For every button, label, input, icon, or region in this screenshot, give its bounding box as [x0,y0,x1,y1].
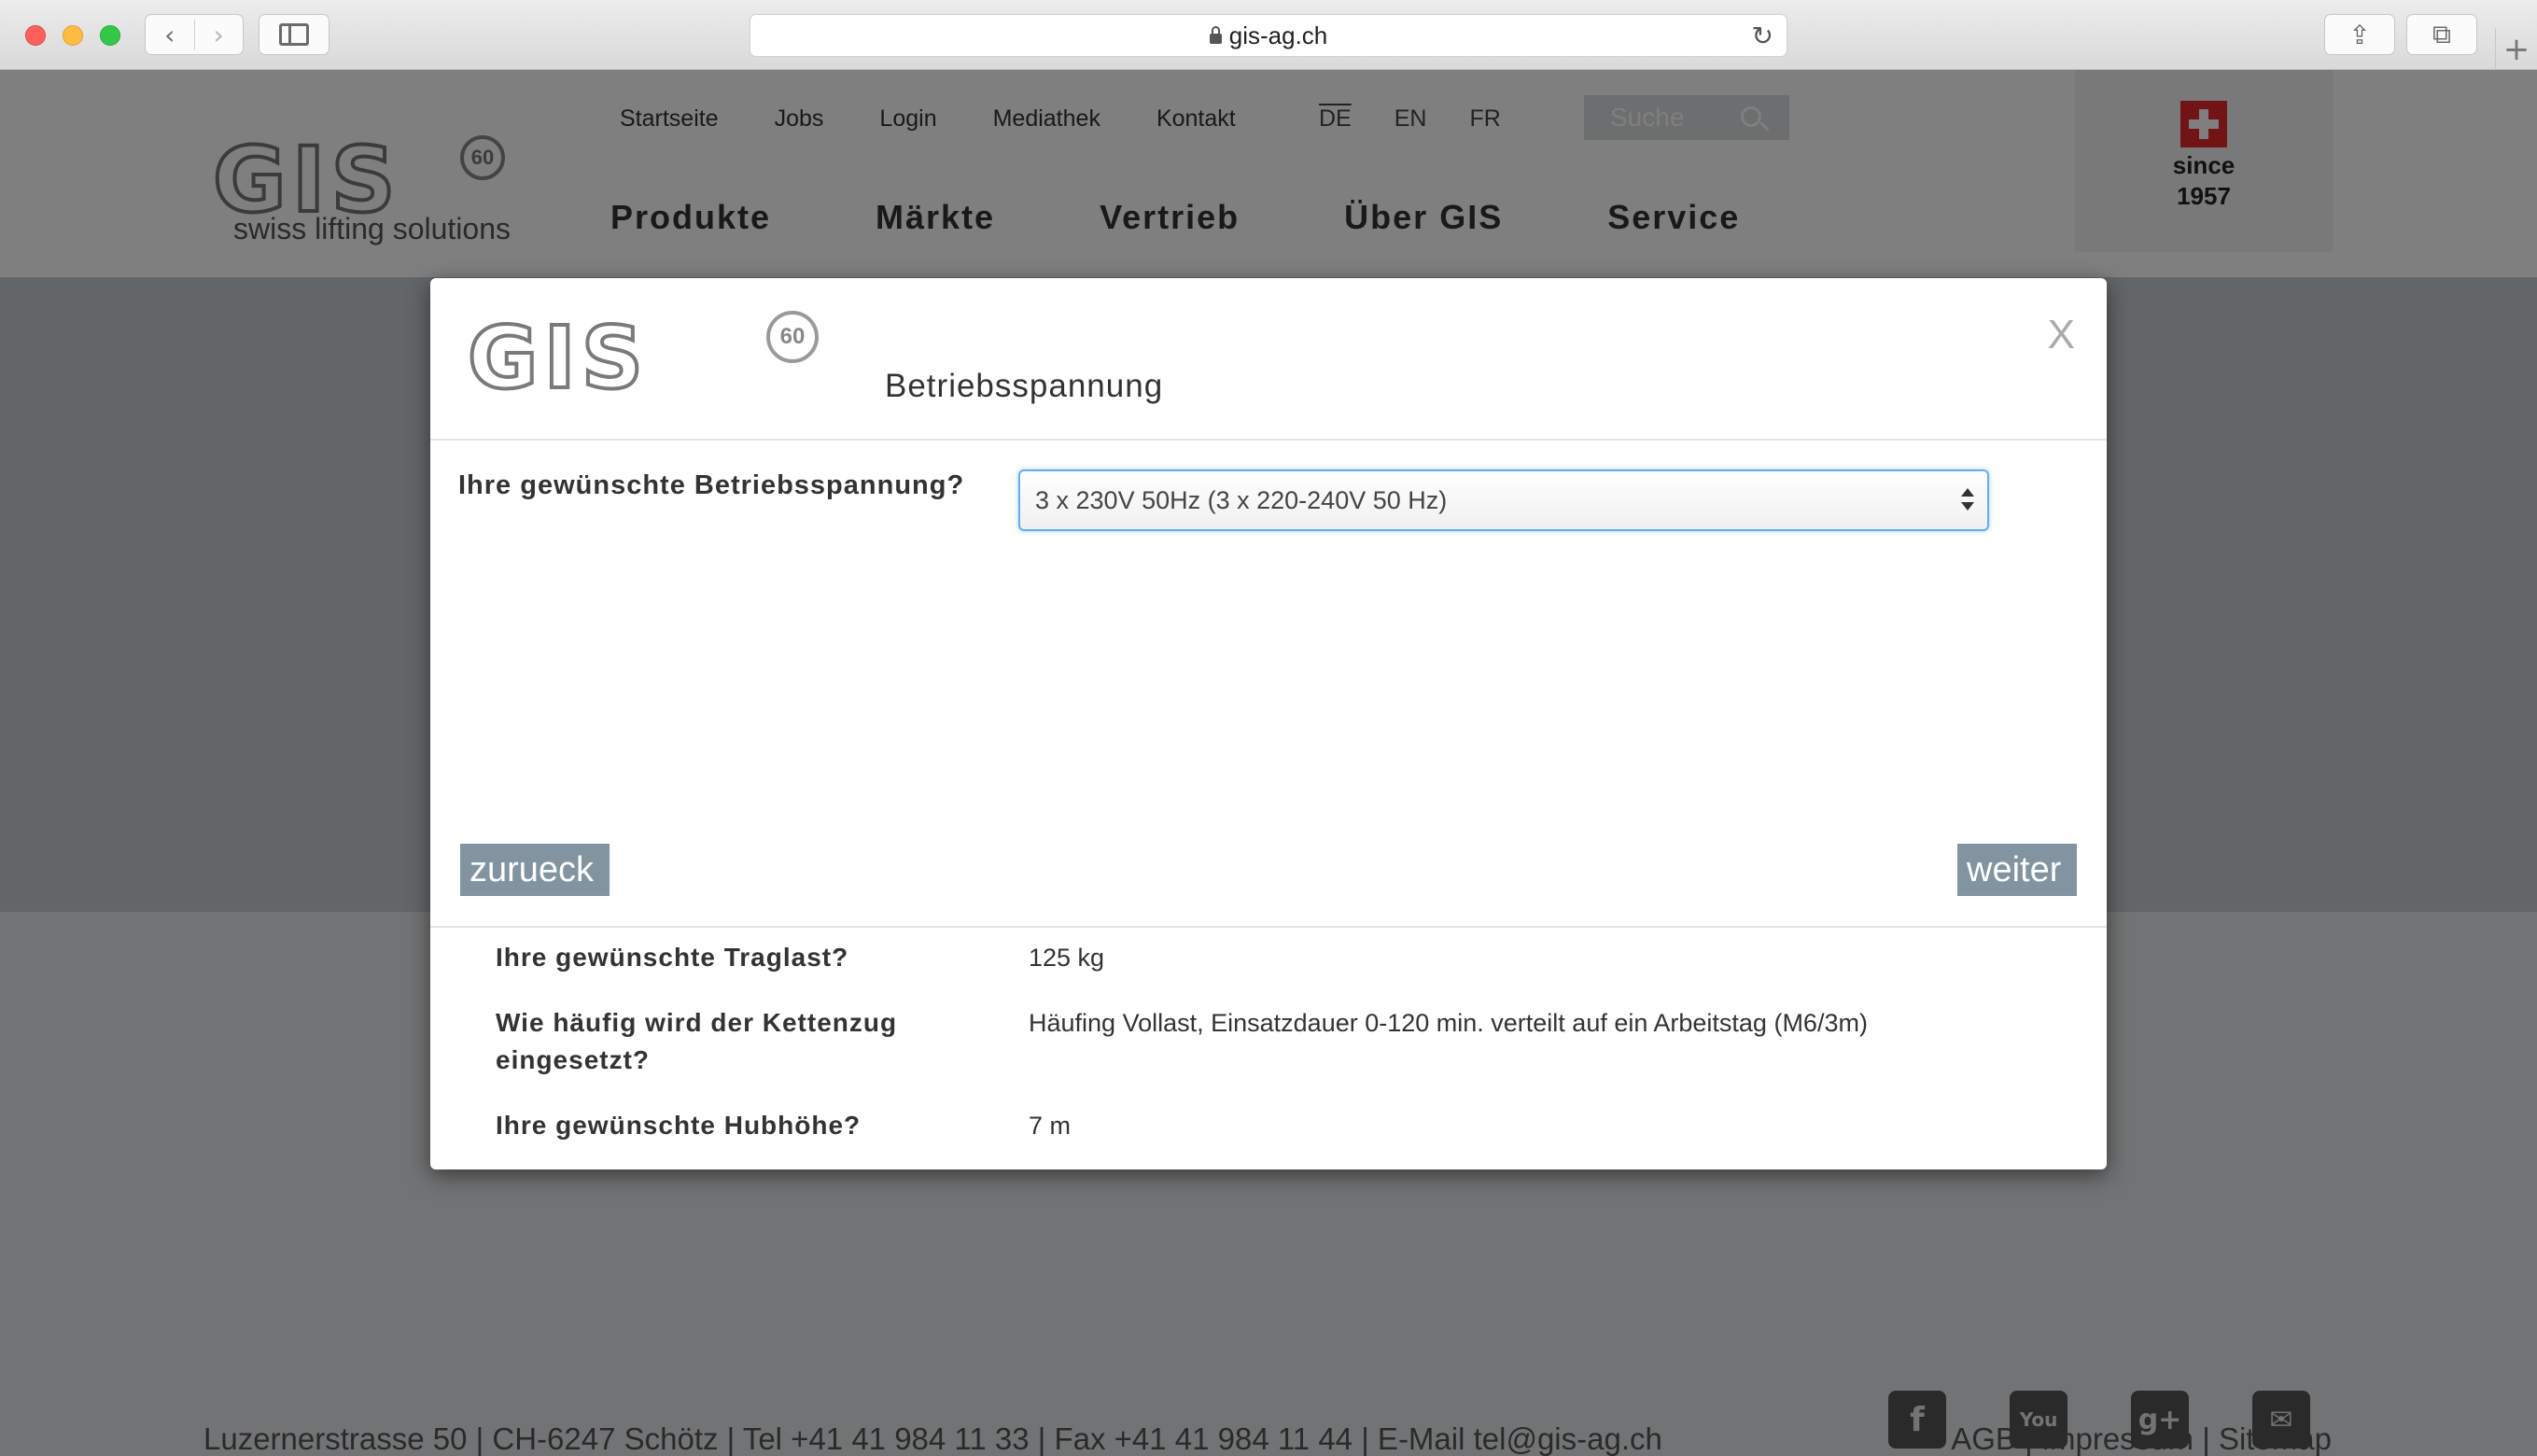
history-nav: ‹ › [145,14,244,55]
summary-question: Wie häufig wird der Kettenzug eingesetzt… [496,1008,898,1074]
tab-overview-button[interactable]: ⧉ [2406,14,2477,55]
next-button[interactable]: weiter [1957,844,2077,896]
browser-toolbar: ‹ › gis-ag.ch ↻ ⇪ ⧉ + [0,0,2537,70]
back-arrow-icon[interactable]: ‹ [146,20,194,50]
back-button[interactable]: zurueck [460,844,610,896]
sidebar-toggle-button[interactable] [259,14,329,55]
modal-title: Betriebsspannung [885,368,1164,404]
summary-answer: 7 m [1029,1112,1072,1140]
question-label: Ihre gewünschte Betriebsspannung? [458,470,965,500]
minimize-window-button[interactable] [63,25,83,46]
configurator-modal: GIS 60 Betriebsspannung X Ihre gewünscht… [430,278,2107,1169]
reload-icon[interactable]: ↻ [1752,21,1773,51]
voltage-selected-value: 3 x 230V 50Hz (3 x 220-240V 50 Hz) [1035,485,1448,514]
url-text: gis-ag.ch [1228,21,1328,49]
sidebar-icon [279,23,309,46]
lock-icon [1209,25,1222,44]
modal-logo: GIS 60 [466,311,832,409]
answers-summary: Ihre gewünschte Traglast? 125 kg Wie häu… [430,926,2107,1169]
summary-answer: Häufing Vollast, Einsatzdauer 0-120 min.… [1029,1009,1868,1037]
forward-arrow-icon[interactable]: › [193,19,244,50]
select-arrows-icon [1961,484,1974,516]
zoom-window-button[interactable] [100,25,120,46]
voltage-select[interactable]: 3 x 230V 50Hz (3 x 220-240V 50 Hz) [1018,469,1989,531]
address-bar[interactable]: gis-ag.ch ↻ [750,14,1787,57]
share-icon: ⇪ [2348,19,2371,50]
summary-answer: 125 kg [1029,944,1105,972]
modal-header: GIS 60 Betriebsspannung X [430,278,2107,441]
summary-question: Ihre gewünschte Traglast? [496,943,849,972]
new-tab-button[interactable]: + [2495,28,2537,70]
tabs-icon: ⧉ [2432,19,2451,49]
close-window-button[interactable] [25,25,46,46]
share-button[interactable]: ⇪ [2324,14,2395,55]
modal-logo-badge: 60 [766,311,819,363]
close-button[interactable]: X [2048,312,2075,358]
summary-question: Ihre gewünschte Hubhöhe? [496,1111,862,1140]
